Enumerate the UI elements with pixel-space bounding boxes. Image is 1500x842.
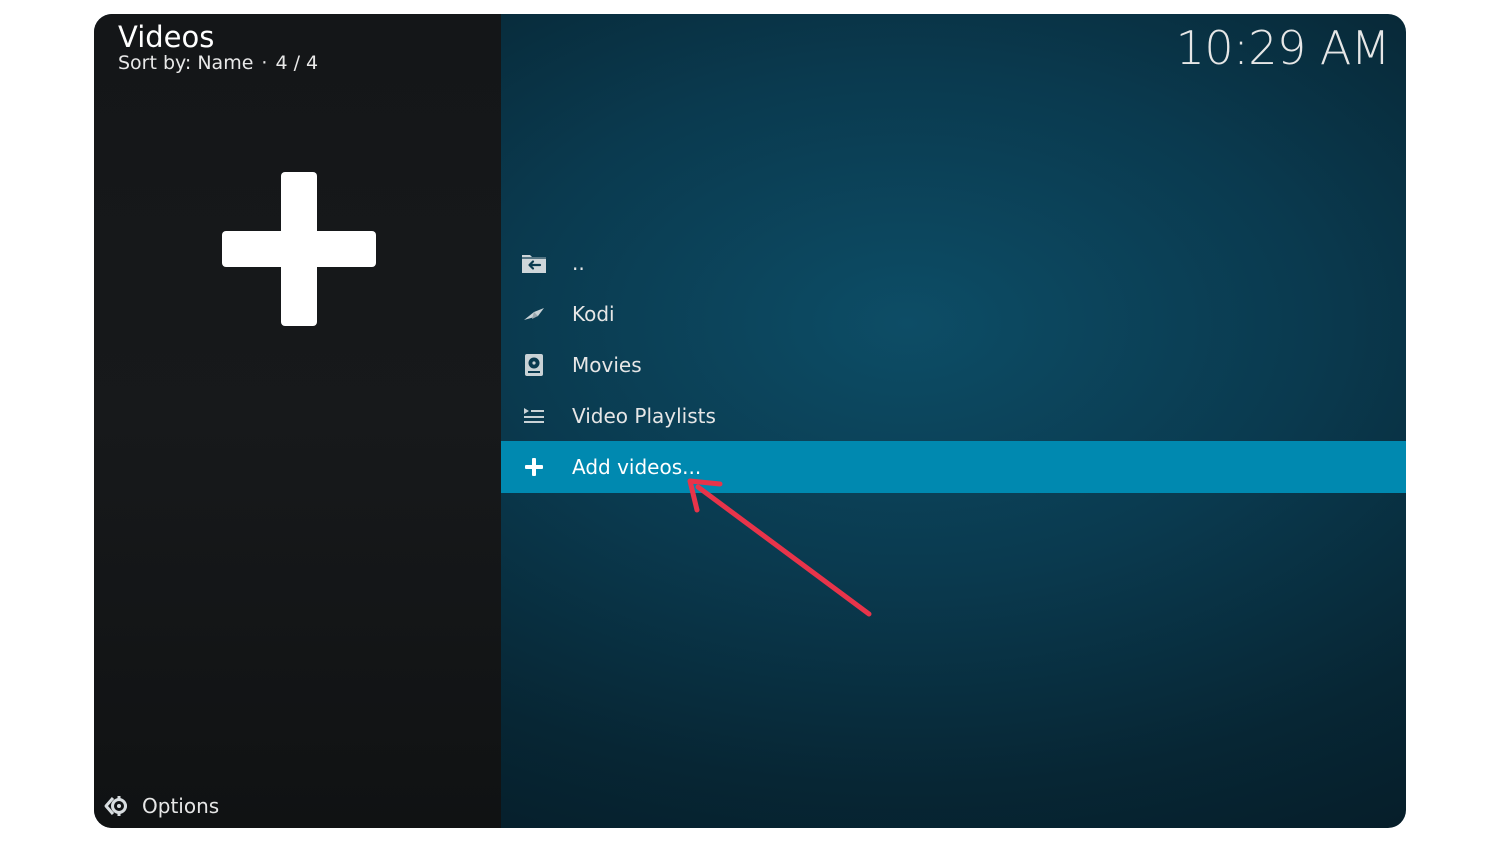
list-item-label: Movies xyxy=(572,352,642,377)
gear-icon xyxy=(104,794,128,818)
list-item-label: Add videos... xyxy=(572,455,702,479)
list-item-video-playlists[interactable]: Video Playlists xyxy=(501,390,1406,441)
folder-back-icon xyxy=(521,250,547,276)
left-preview-panel xyxy=(94,14,501,828)
sort-info: Sort by: Name · 4 / 4 xyxy=(118,52,318,74)
sort-label[interactable]: Sort by: Name xyxy=(118,52,253,74)
kodi-addon-icon xyxy=(521,301,547,327)
kodi-screen: Videos Sort by: Name · 4 / 4 10:29 AM .. xyxy=(94,14,1406,828)
plus-icon xyxy=(521,454,547,480)
options-button[interactable]: Options xyxy=(104,792,219,820)
hard-drive-icon xyxy=(521,352,547,378)
item-count: 4 / 4 xyxy=(275,52,319,74)
list-item-kodi[interactable]: Kodi xyxy=(501,288,1406,339)
playlist-icon xyxy=(521,403,547,429)
list-item-label: .. xyxy=(572,250,585,275)
options-label: Options xyxy=(142,794,220,818)
file-list: .. Kodi Movies Video Playlists Add video… xyxy=(501,237,1406,493)
list-item-add-videos[interactable]: Add videos... xyxy=(501,441,1406,493)
list-item-label: Video Playlists xyxy=(572,403,716,428)
list-item-movies[interactable]: Movies xyxy=(501,339,1406,390)
page-title: Videos xyxy=(118,20,215,54)
list-item-parent-folder[interactable]: .. xyxy=(501,237,1406,288)
clock: 10:29 AM xyxy=(1175,21,1391,75)
separator: · xyxy=(261,52,268,74)
list-item-label: Kodi xyxy=(572,301,615,326)
preview-plus-icon xyxy=(222,172,376,326)
